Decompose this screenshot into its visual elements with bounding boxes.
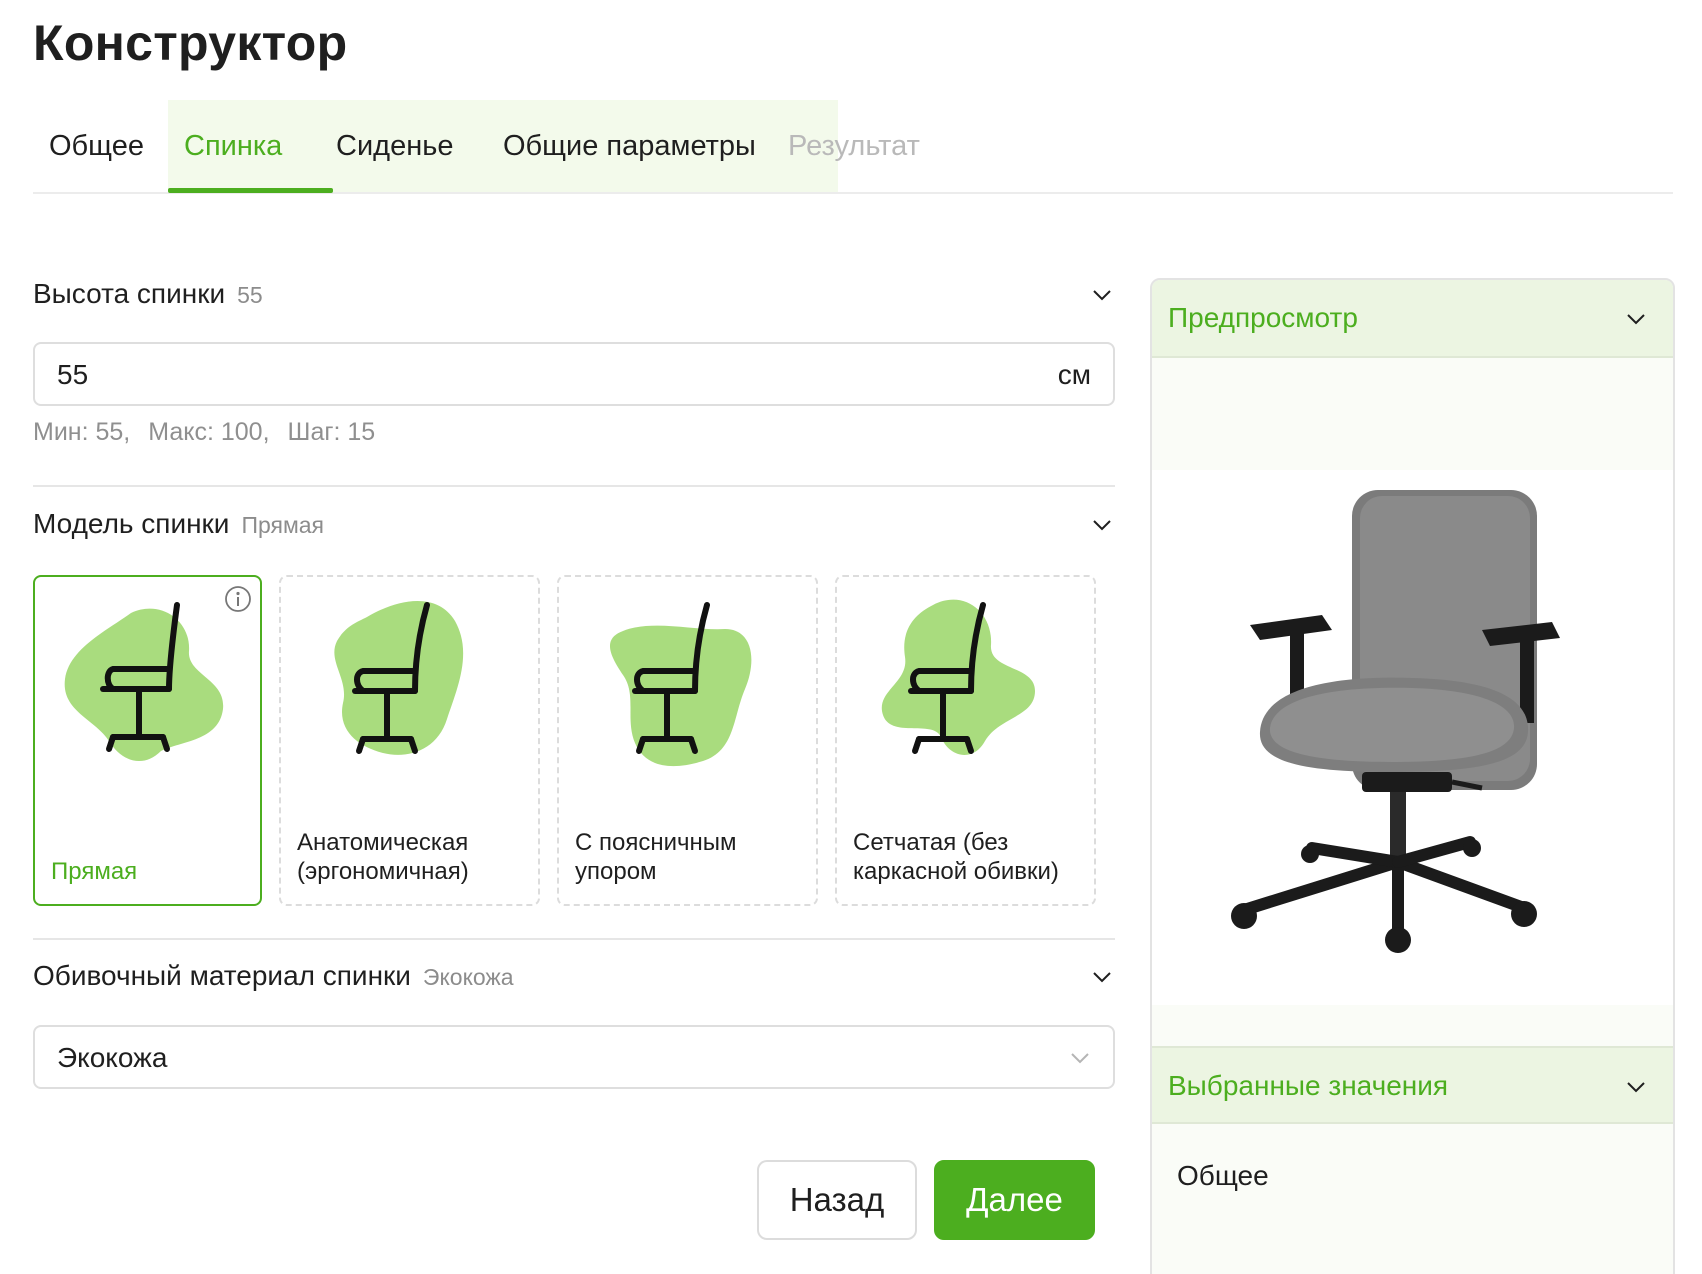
- tab-general-params[interactable]: Общие параметры: [503, 130, 756, 163]
- chevron-down-icon: [1069, 1047, 1091, 1069]
- section-back-height-label: Высота спинки: [33, 278, 226, 309]
- active-tab-indicator: [168, 188, 333, 193]
- section-back-height-title: Высота спинки 55: [33, 278, 263, 310]
- section-back-material-header[interactable]: Обивочный материал спинки Экокожа: [33, 960, 1115, 1000]
- selected-values-title: Выбранные значения: [1168, 1070, 1449, 1101]
- section-back-model-title: Модель спинки Прямая: [33, 508, 324, 540]
- sidebar-panel: Предпросмотр Выбранные значения Общее: [1150, 278, 1675, 1274]
- back-height-hint: Мин: 55, Макс: 100, Шаг: 15: [33, 418, 393, 447]
- option-label: С поясничным упором: [575, 829, 737, 885]
- back-height-unit: см: [1057, 359, 1091, 390]
- section-back-height-value: 55: [237, 282, 263, 308]
- back-height-input[interactable]: 55 см: [33, 342, 1115, 406]
- option-label: Сетчатая (без каркасной обивки): [853, 829, 1059, 885]
- back-material-select[interactable]: Экокожа: [33, 1025, 1115, 1089]
- chevron-down-icon[interactable]: [1625, 308, 1647, 330]
- section-back-model-header[interactable]: Модель спинки Прямая: [33, 508, 1115, 548]
- mesh-chair-illustration: [881, 599, 1035, 755]
- section-back-material-value: Экокожа: [422, 964, 514, 990]
- tab-result: Результат: [788, 130, 920, 162]
- option-label: Прямая: [51, 858, 138, 885]
- hint-min: Мин: 55,: [33, 418, 131, 446]
- tab-seat[interactable]: Сиденье: [336, 130, 453, 163]
- option-label: Анатомическая (эргономичная): [297, 829, 469, 885]
- selected-values-header[interactable]: Выбранные значения: [1152, 1046, 1673, 1124]
- back-model-option-mesh[interactable]: Сетчатая (без каркасной обивки): [835, 575, 1096, 906]
- chevron-down-icon[interactable]: [1091, 514, 1113, 536]
- chair-preview-image: [1152, 470, 1673, 1005]
- chevron-down-icon[interactable]: [1625, 1076, 1647, 1098]
- straight-chair-illustration: [64, 602, 224, 762]
- next-button[interactable]: Далее: [934, 1160, 1095, 1240]
- tab-general[interactable]: Общее: [49, 130, 144, 163]
- tab-bar: Общее Спинка Сиденье Общие параметры Рез…: [33, 100, 1673, 194]
- divider: [33, 938, 1115, 940]
- back-material-select-value: Экокожа: [57, 1042, 168, 1073]
- lumbar-chair-illustration: [609, 602, 752, 767]
- info-icon[interactable]: [224, 585, 252, 613]
- preview-header[interactable]: Предпросмотр: [1152, 280, 1673, 358]
- anatomic-chair-illustration: [334, 600, 464, 755]
- preview-title: Предпросмотр: [1168, 302, 1358, 333]
- section-back-material-label: Обивочный материал спинки: [33, 960, 411, 991]
- back-model-option-anatomic[interactable]: Анатомическая (эргономичная): [279, 575, 540, 906]
- divider: [33, 485, 1115, 487]
- back-height-input-value[interactable]: 55: [57, 359, 88, 391]
- section-back-model-value: Прямая: [241, 512, 325, 538]
- back-model-option-straight[interactable]: Прямая: [33, 575, 262, 906]
- selected-values-group-general[interactable]: Общее: [1177, 1160, 1269, 1192]
- hint-max: Макс: 100,: [148, 418, 270, 446]
- back-button[interactable]: Назад: [757, 1160, 917, 1240]
- office-chair-image: [1231, 490, 1560, 953]
- tab-back[interactable]: Спинка: [184, 130, 282, 163]
- page-title: Конструктор: [33, 15, 348, 71]
- section-back-height-header[interactable]: Высота спинки 55: [33, 278, 1115, 318]
- back-model-option-lumbar[interactable]: С поясничным упором: [557, 575, 818, 906]
- section-back-material-title: Обивочный материал спинки Экокожа: [33, 960, 514, 992]
- hint-step: Шаг: 15: [287, 418, 376, 446]
- chevron-down-icon[interactable]: [1091, 284, 1113, 306]
- section-back-model-label: Модель спинки: [33, 508, 230, 539]
- chevron-down-icon[interactable]: [1091, 966, 1113, 988]
